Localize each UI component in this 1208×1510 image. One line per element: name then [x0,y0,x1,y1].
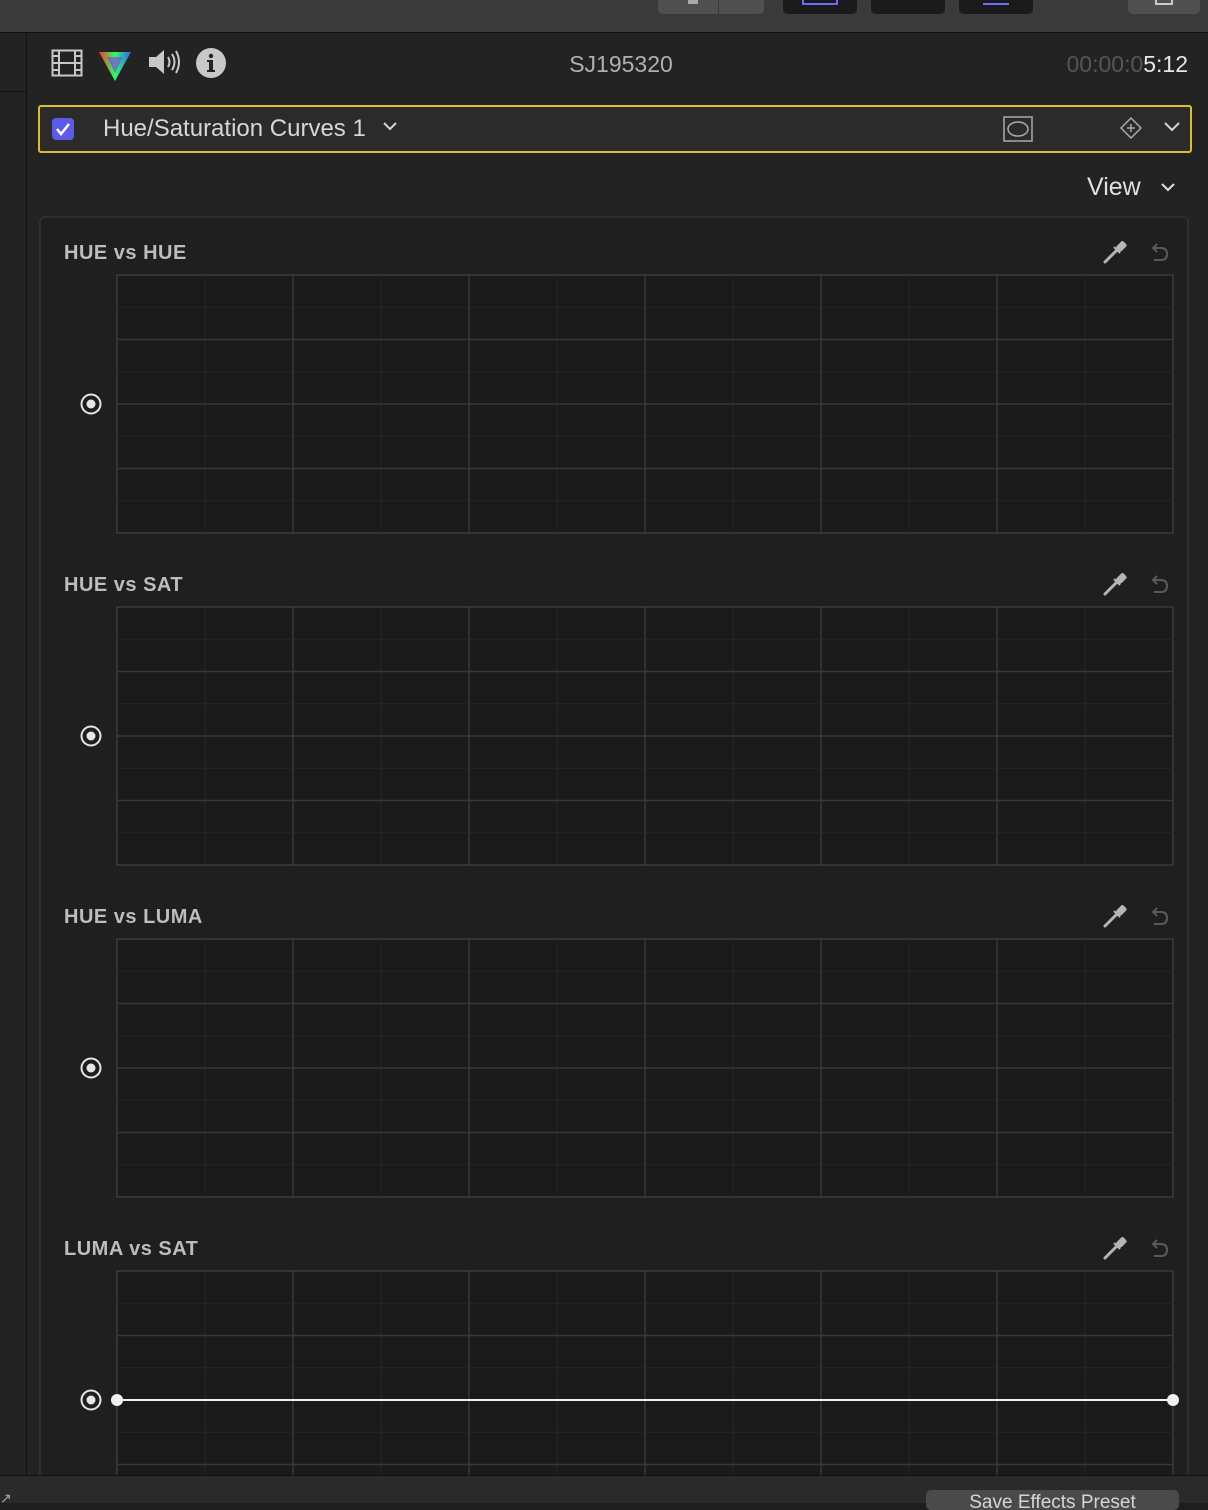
curve-title: HUE vs HUE [64,242,187,264]
curve-grid[interactable] [116,938,1174,1198]
eyedropper-icon[interactable] [1101,570,1129,598]
curve-grid[interactable] [116,274,1174,534]
browser-toggle-button[interactable] [783,0,857,14]
save-effects-preset-button[interactable]: Save Effects Preset [926,1490,1179,1510]
inspector-toggle-button[interactable] [959,0,1033,14]
view-segmented-control[interactable] [658,0,764,14]
chevron-down-icon[interactable] [382,119,398,133]
effect-enable-checkbox[interactable] [52,118,74,140]
left-panel-edge [0,33,27,1475]
target-icon[interactable] [79,1056,103,1080]
clip-name: SJ195320 [569,51,673,77]
curves-panel: HUE vs HUE HUE vs SAT HUE vs LUMA LUMA vs S… [39,216,1189,1486]
effect-header[interactable]: Hue/Saturation Curves 1 [38,105,1192,153]
curve-section: LUMA vs SAT [41,1214,1187,1484]
reset-icon[interactable] [1146,572,1170,596]
top-toolbar [0,0,1208,33]
expand-arrow-icon[interactable]: ↗ [0,1490,12,1507]
curve-section: HUE vs SAT [41,550,1187,882]
reset-icon[interactable] [1146,240,1170,264]
reset-icon[interactable] [1146,1236,1170,1260]
effect-title[interactable]: Hue/Saturation Curves 1 [103,115,366,143]
timecode: 00:00:05:12 [1066,51,1188,78]
timeline-toggle-button[interactable] [871,0,945,14]
share-button[interactable] [1128,0,1200,14]
curve-title: LUMA vs SAT [64,1238,199,1260]
curve-grid[interactable] [110,1270,1180,1477]
mask-icon[interactable] [1003,116,1033,142]
reset-icon[interactable] [1146,904,1170,928]
timecode-dim: 00:00:0 [1066,51,1144,77]
bottom-bar: ↗ Save Effects Preset [0,1475,1208,1510]
keyframe-icon[interactable] [1120,117,1142,139]
eyedropper-icon[interactable] [1101,238,1129,266]
curve-section: HUE vs HUE [41,218,1187,550]
chevron-down-icon[interactable] [1160,181,1176,193]
curve-section: HUE vs LUMA [41,882,1187,1214]
chevron-down-icon[interactable] [1163,119,1181,133]
timecode-bright: 5:12 [1143,51,1188,77]
eyedropper-icon[interactable] [1101,1234,1129,1262]
curve-title: HUE vs SAT [64,574,184,596]
target-icon[interactable] [79,392,103,416]
eyedropper-icon[interactable] [1101,902,1129,930]
target-icon[interactable] [79,724,103,748]
view-menu-button[interactable]: View [1087,173,1141,202]
checkmark-icon [56,123,70,137]
target-icon[interactable] [79,1388,103,1412]
color-inspector: SJ195320 00:00:05:12 Hue/Saturation Curv… [27,33,1208,1486]
curve-grid[interactable] [116,606,1174,866]
curve-title: HUE vs LUMA [64,906,203,928]
